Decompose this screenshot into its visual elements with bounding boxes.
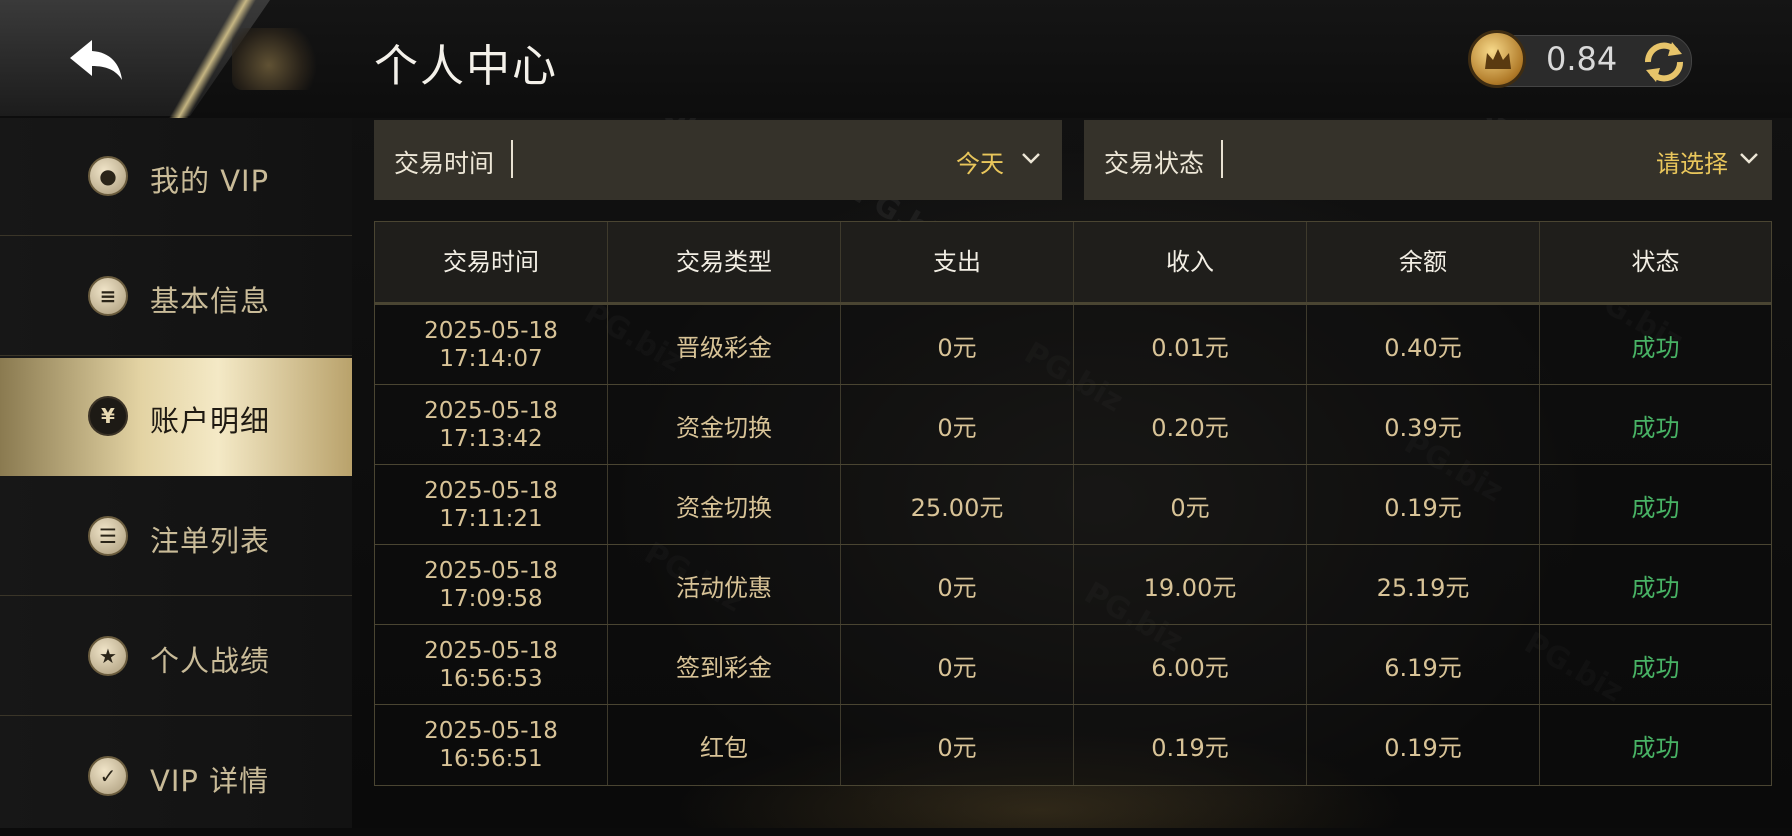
medal-icon: ★	[88, 636, 128, 676]
table-row: 2025-05-18 16:56:51 红包 0元 0.19元 0.19元 成功	[375, 704, 1771, 785]
table-row: 2025-05-18 17:13:42 资金切换 0元 0.20元 0.39元 成功	[375, 384, 1771, 465]
user-icon: ●	[88, 156, 128, 196]
cell-type: 资金切换	[608, 465, 841, 545]
column-header: 交易时间	[375, 222, 608, 302]
cell-type: 红包	[608, 705, 841, 785]
cell-expense: 0元	[841, 545, 1074, 625]
cell-time: 16:56:51	[439, 746, 543, 772]
top-header: 个人中心 0.84	[0, 0, 1792, 118]
cell-balance: 0.39元	[1307, 385, 1540, 465]
cell-type: 签到彩金	[608, 625, 841, 705]
sidebar-item-label: 账户明细	[150, 404, 271, 438]
transactions-table: 交易时间 交易类型 支出 收入 余额 状态 2025-05-18 17:14:07…	[374, 221, 1772, 786]
cell-status: 成功	[1631, 333, 1680, 362]
sidebar-item-bet-list[interactable]: ☰ 注单列表	[0, 478, 352, 596]
table-row: 2025-05-18 16:56:53 签到彩金 0元 6.00元 6.19元 成功	[375, 624, 1771, 705]
crown-coin-icon	[1468, 30, 1526, 88]
filter-transaction-status[interactable]: 交易状态 请选择	[1084, 120, 1772, 200]
cell-balance: 0.40元	[1307, 305, 1540, 385]
cell-type: 资金切换	[608, 385, 841, 465]
cell-date: 2025-05-18	[424, 638, 558, 664]
cell-status: 成功	[1631, 653, 1680, 682]
sidebar-item-basic-info[interactable]: ≡ 基本信息	[0, 238, 352, 356]
cell-income: 0元	[1074, 465, 1307, 545]
sidebar-item-label: VIP 详情	[150, 764, 270, 798]
cell-balance: 6.19元	[1307, 625, 1540, 705]
cell-time: 17:11:21	[439, 506, 543, 532]
document-icon: ≡	[88, 276, 128, 316]
sidebar-item-label: 个人战绩	[150, 644, 271, 678]
back-button[interactable]	[66, 36, 126, 84]
cell-income: 0.20元	[1074, 385, 1307, 465]
table-row: 2025-05-18 17:09:58 活动优惠 0元 19.00元 25.19元 成功	[375, 544, 1771, 625]
table-row: 2025-05-18 17:14:07 晋级彩金 0元 0.01元 0.40元 成功	[375, 304, 1771, 385]
cell-transaction-time: 2025-05-18 17:11:21	[375, 465, 608, 545]
column-header: 状态	[1631, 248, 1680, 276]
header-decoration	[232, 28, 324, 90]
filter-time-label: 交易时间	[394, 149, 495, 178]
cell-time: 17:14:07	[439, 346, 543, 372]
balance-value: 0.84	[1546, 40, 1618, 78]
cell-balance: 0.19元	[1307, 465, 1540, 545]
sidebar-item-account-details[interactable]: ¥ 账户明细	[0, 358, 352, 476]
cell-type: 晋级彩金	[608, 305, 841, 385]
column-header: 收入	[1074, 222, 1307, 302]
back-arrow-icon	[70, 40, 122, 80]
cell-date: 2025-05-18	[424, 718, 558, 744]
sidebar: ● 我的 VIP ≡ 基本信息 ¥ 账户明细 ☰ 注单列表 ★ 个人战绩 ✓ V…	[0, 118, 352, 828]
cell-expense: 0元	[841, 705, 1074, 785]
cell-expense: 0元	[841, 305, 1074, 385]
filter-divider	[1221, 140, 1223, 178]
sidebar-item-vip-details[interactable]: ✓ VIP 详情	[0, 718, 352, 836]
cell-date: 2025-05-18	[424, 478, 558, 504]
filter-time-value: 今天	[956, 150, 1004, 178]
cell-income: 19.00元	[1074, 545, 1307, 625]
cell-transaction-time: 2025-05-18 16:56:53	[375, 625, 608, 705]
cell-income: 0.01元	[1074, 305, 1307, 385]
cell-transaction-time: 2025-05-18 16:56:51	[375, 705, 608, 785]
table-header: 交易时间 交易类型 支出 收入 余额 状态	[375, 222, 1771, 304]
cell-status: 成功	[1631, 573, 1680, 602]
chevron-down-icon	[1740, 153, 1758, 164]
sidebar-item-label: 我的 VIP	[150, 164, 270, 198]
yen-icon: ¥	[88, 396, 128, 436]
cell-transaction-time: 2025-05-18 17:09:58	[375, 545, 608, 625]
list-icon: ☰	[88, 516, 128, 556]
chevron-down-icon	[1022, 153, 1040, 164]
cell-transaction-time: 2025-05-18 17:14:07	[375, 305, 608, 385]
table-row: 2025-05-18 17:11:21 资金切换 25.00元 0元 0.19元 成功	[375, 464, 1771, 545]
page-title: 个人中心	[374, 41, 558, 92]
cell-date: 2025-05-18	[424, 318, 558, 344]
column-header: 支出	[841, 222, 1074, 302]
cell-balance: 25.19元	[1307, 545, 1540, 625]
cell-income: 6.00元	[1074, 625, 1307, 705]
vip-check-icon: ✓	[88, 756, 128, 796]
sidebar-item-label: 注单列表	[150, 524, 271, 558]
column-header: 余额	[1307, 222, 1540, 302]
cell-status: 成功	[1631, 413, 1680, 442]
cell-time: 17:09:58	[439, 586, 543, 612]
cell-balance: 0.19元	[1307, 705, 1540, 785]
cell-status: 成功	[1631, 493, 1680, 522]
column-header: 交易类型	[608, 222, 841, 302]
cell-status: 成功	[1631, 733, 1680, 762]
filter-transaction-time[interactable]: 交易时间 今天	[374, 120, 1062, 200]
cell-expense: 25.00元	[841, 465, 1074, 545]
cell-income: 0.19元	[1074, 705, 1307, 785]
cell-expense: 0元	[841, 385, 1074, 465]
cell-expense: 0元	[841, 625, 1074, 705]
filter-status-value: 请选择	[1656, 150, 1728, 178]
cell-time: 16:56:53	[439, 666, 543, 692]
sidebar-item-personal-record[interactable]: ★ 个人战绩	[0, 598, 352, 716]
cell-time: 17:13:42	[439, 426, 543, 452]
filter-status-label: 交易状态	[1104, 149, 1205, 178]
refresh-icon[interactable]	[1638, 36, 1690, 88]
cell-type: 活动优惠	[608, 545, 841, 625]
cell-date: 2025-05-18	[424, 558, 558, 584]
cell-transaction-time: 2025-05-18 17:13:42	[375, 385, 608, 465]
cell-date: 2025-05-18	[424, 398, 558, 424]
filter-divider	[511, 140, 513, 178]
sidebar-item-label: 基本信息	[150, 284, 271, 318]
sidebar-item-my-vip[interactable]: ● 我的 VIP	[0, 118, 352, 236]
